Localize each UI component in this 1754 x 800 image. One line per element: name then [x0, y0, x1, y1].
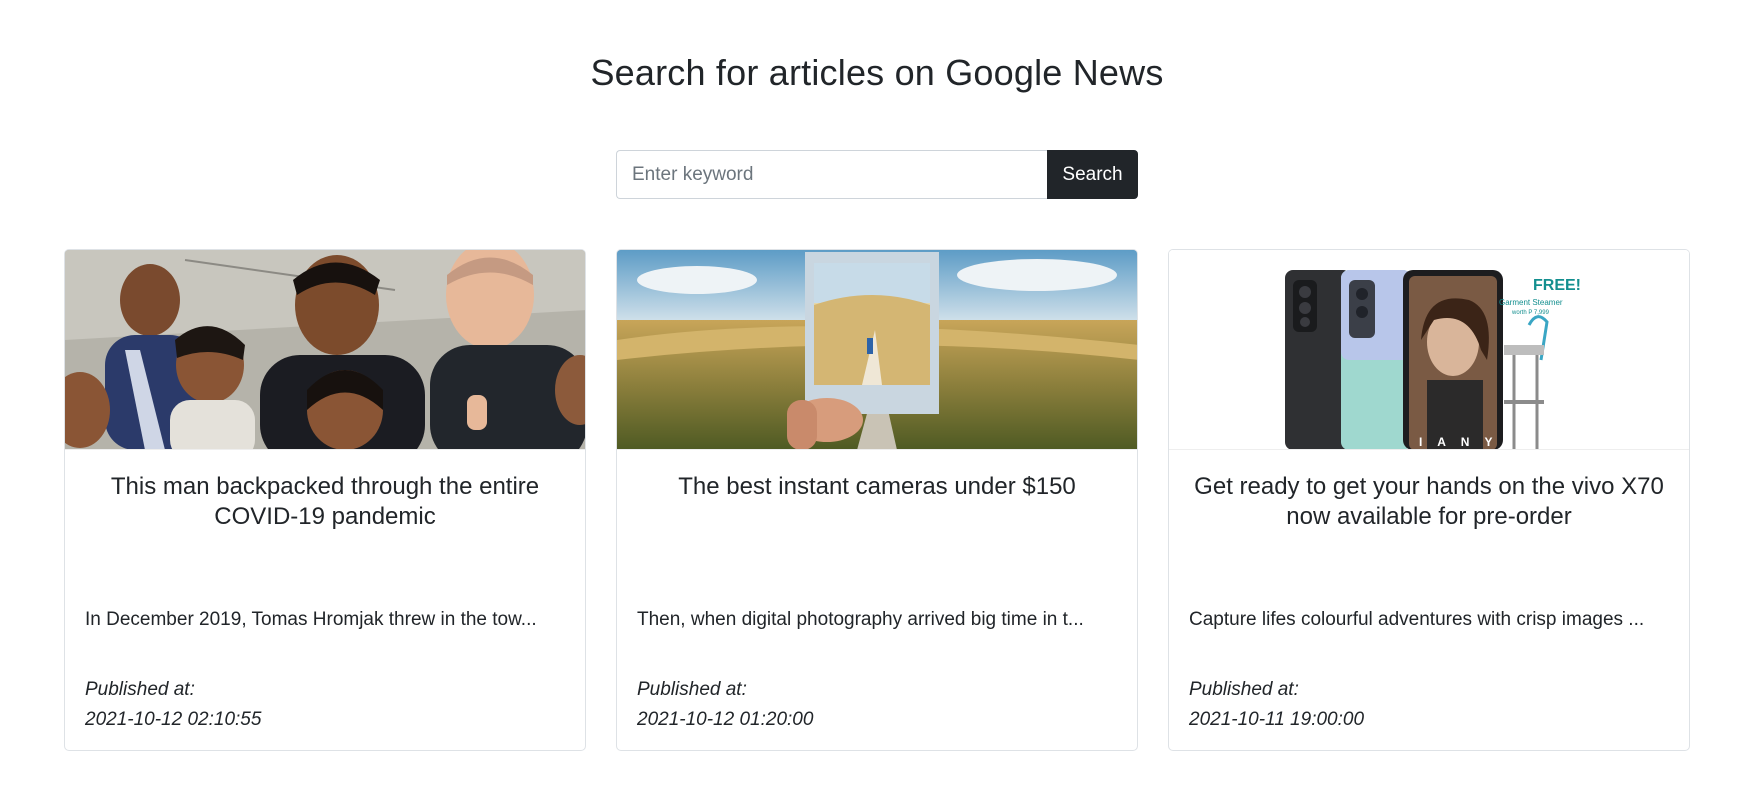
article-image [617, 250, 1137, 450]
article-image: I A N Y FREE! Garment Steamer worth P 7,… [1169, 250, 1689, 450]
landscape-photo-illustration [617, 250, 1137, 449]
article-description: Capture lifes colourful adventures with … [1189, 609, 1645, 630]
phone-ad-illustration: I A N Y FREE! Garment Steamer worth P 7,… [1169, 250, 1689, 449]
group-photo-illustration [65, 250, 585, 449]
published-label: Published at: [637, 679, 747, 700]
published-date: 2021-10-12 01:20:00 [637, 709, 814, 730]
published-label: Published at: [85, 679, 195, 700]
article-description: In December 2019, Tomas Hromjak threw in… [85, 609, 537, 630]
article-title[interactable]: This man backpacked through the entire C… [85, 472, 565, 532]
published-date: 2021-10-12 02:10:55 [85, 709, 262, 730]
svg-text:I A N Y: I A N Y [1419, 435, 1499, 449]
published-label: Published at: [1189, 679, 1299, 700]
search-button[interactable]: Search [1047, 150, 1138, 199]
promo-steamer-text: Garment Steamer [1499, 298, 1563, 307]
article-card[interactable]: I A N Y FREE! Garment Steamer worth P 7,… [1168, 249, 1690, 751]
search-form: Search [616, 150, 1138, 199]
promo-free-text: FREE! [1533, 277, 1581, 294]
article-list: This man backpacked through the entire C… [0, 249, 1754, 751]
published-date: 2021-10-11 19:00:00 [1189, 709, 1365, 730]
article-card[interactable]: This man backpacked through the entire C… [64, 249, 586, 751]
promo-worth-text: worth P 7,999 [1511, 310, 1550, 316]
article-title[interactable]: The best instant cameras under $150 [637, 472, 1117, 502]
article-card[interactable]: The best instant cameras under $150 Then… [616, 249, 1138, 751]
article-description: Then, when digital photography arrived b… [637, 609, 1084, 630]
search-input[interactable] [616, 150, 1047, 199]
article-title[interactable]: Get ready to get your hands on the vivo … [1189, 472, 1669, 532]
article-image [65, 250, 585, 450]
page-title: Search for articles on Google News [590, 52, 1164, 93]
